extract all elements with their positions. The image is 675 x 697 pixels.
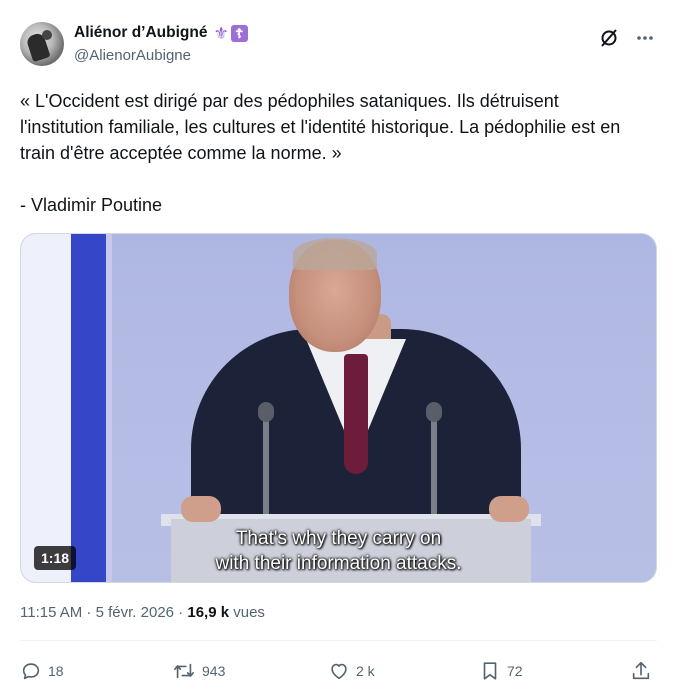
subtitle-line-2: with their information attacks. — [215, 553, 462, 574]
display-name[interactable]: Aliénor d’Aubigné — [74, 24, 207, 42]
microphone-left — [263, 409, 269, 519]
grok-icon[interactable] — [598, 27, 620, 49]
action-bar: 18 943 2 k 72 — [20, 660, 660, 688]
repost-icon — [174, 663, 194, 679]
divider — [20, 640, 657, 641]
speaker-hair — [293, 238, 377, 270]
speaker-left-hand — [181, 496, 221, 522]
bookmark-button[interactable]: 72 — [479, 660, 523, 682]
bookmark-icon — [483, 662, 497, 680]
like-count: 2 k — [356, 663, 375, 679]
speaker-tie — [344, 354, 368, 474]
display-name-row: Aliénor d’Aubigné ⚜ ☦ — [74, 22, 248, 44]
video-duration: 1:18 — [34, 546, 77, 570]
bookmark-count: 72 — [507, 663, 523, 679]
reply-button[interactable]: 18 — [20, 660, 64, 682]
profile-badges: ⚜ ☦ — [213, 23, 248, 43]
fleur-de-lis-icon: ⚜ — [213, 23, 229, 43]
tweet-header: Aliénor d’Aubigné ⚜ ☦ @AlienorAubigne — [20, 19, 660, 71]
speaker-right-hand — [489, 496, 529, 522]
orthodox-cross-icon: ☦ — [230, 24, 248, 42]
views-count: 16,9 k — [187, 604, 230, 621]
more-icon[interactable] — [634, 27, 656, 49]
microphone-right — [431, 409, 437, 519]
tweet-date[interactable]: 5 févr. 2026 — [96, 604, 174, 621]
reply-count: 18 — [48, 663, 64, 679]
share-button[interactable] — [630, 660, 652, 682]
user-handle[interactable]: @AlienorAubigne — [74, 47, 248, 64]
microphone-right-head — [426, 402, 442, 422]
heart-icon — [331, 663, 347, 680]
avatar-head — [42, 30, 52, 40]
subtitle-line-1: That's why they carry on — [235, 528, 442, 549]
microphone-left-head — [258, 402, 274, 422]
tweet: Aliénor d’Aubigné ⚜ ☦ @AlienorAubigne « … — [0, 0, 675, 697]
tweet-time[interactable]: 11:15 AM — [20, 604, 82, 621]
video-player[interactable]: That's why they carry on with their info… — [20, 233, 657, 583]
repost-count: 943 — [202, 663, 226, 679]
like-button[interactable]: 2 k — [328, 660, 375, 682]
views-label: vues — [229, 604, 265, 621]
top-actions — [598, 27, 656, 49]
video-subtitle: That's why they carry on with their info… — [21, 526, 656, 576]
tweet-text: « L'Occident est dirigé par des pédophil… — [20, 91, 621, 215]
share-icon — [632, 661, 650, 680]
author-names: Aliénor d’Aubigné ⚜ ☦ @AlienorAubigne — [74, 22, 248, 64]
meta-separator-2: · — [174, 604, 188, 621]
avatar[interactable] — [20, 22, 64, 66]
repost-button[interactable]: 943 — [172, 660, 225, 682]
meta-separator: · — [82, 604, 96, 621]
reply-icon — [22, 663, 40, 680]
tweet-meta: 11:15 AM · 5 févr. 2026 · 16,9 k vues — [20, 604, 265, 621]
